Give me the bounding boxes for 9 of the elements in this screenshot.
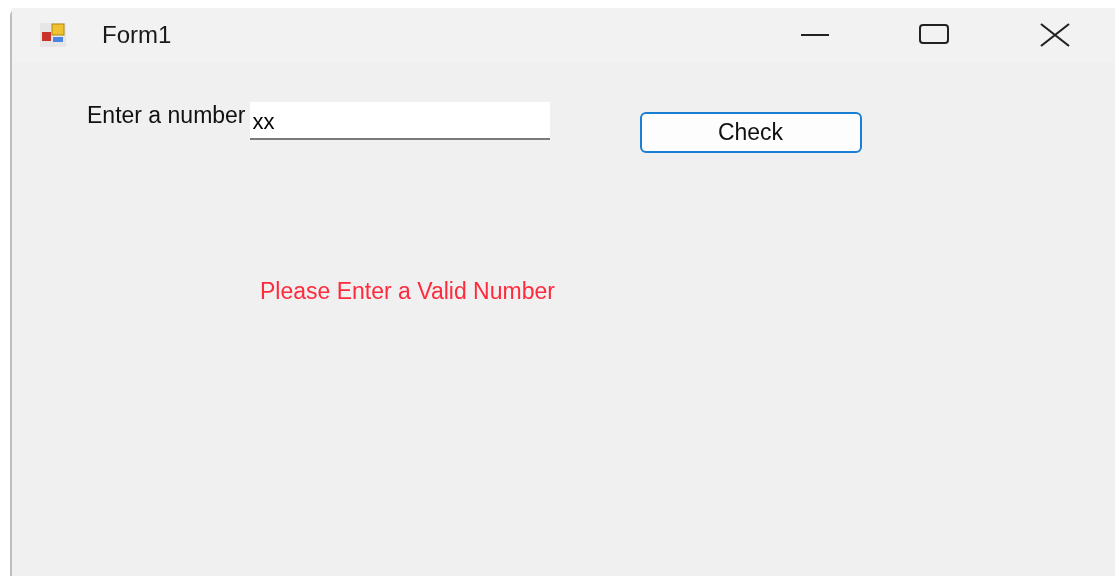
number-input[interactable]: xx — [249, 102, 550, 140]
close-icon[interactable] — [1038, 22, 1072, 48]
error-message: Please Enter a Valid Number — [260, 278, 555, 305]
check-button[interactable]: Check — [639, 112, 862, 153]
window-title: Form1 — [102, 21, 173, 49]
number-label: Enter a number — [87, 102, 246, 129]
app-icon — [40, 23, 66, 47]
maximize-icon[interactable] — [918, 23, 952, 47]
minimize-icon[interactable] — [801, 33, 829, 37]
